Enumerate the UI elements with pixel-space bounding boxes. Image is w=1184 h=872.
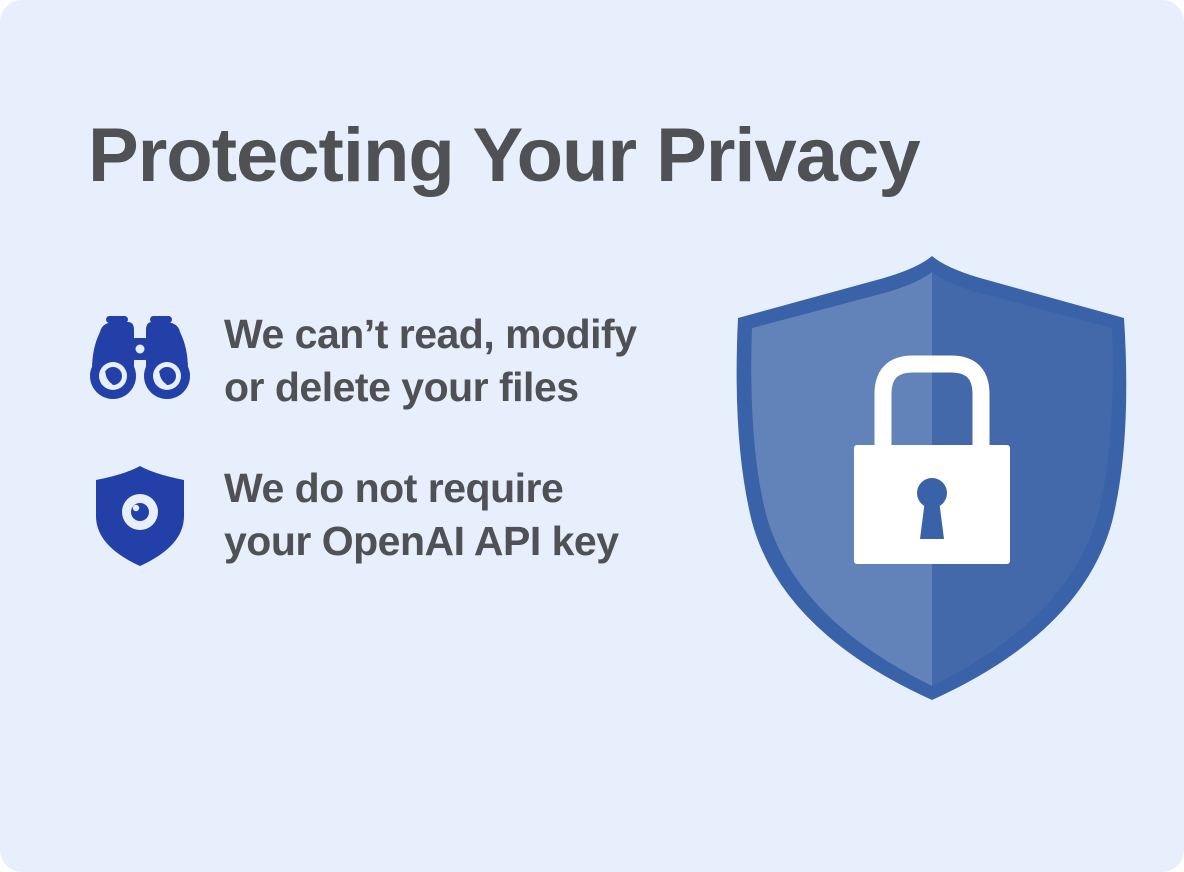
page-title: Protecting Your Privacy <box>88 113 921 198</box>
feature-text: We can’t read, modify or delete your fil… <box>224 308 714 414</box>
binoculars-icon <box>90 316 190 399</box>
shield-eye-icon <box>96 466 184 566</box>
feature-line: We can’t read, modify <box>224 311 637 357</box>
shield-lock-icon <box>736 256 1127 700</box>
feature-text: We do not require your OpenAI API key <box>224 462 714 568</box>
feature-no-file-access: We can’t read, modify or delete your fil… <box>88 308 708 418</box>
privacy-card: Protecting Your Privacy We can’t read, m… <box>0 0 1184 872</box>
feature-no-api-key: We do not require your OpenAI API key <box>88 462 708 572</box>
feature-line: or delete your files <box>224 364 579 410</box>
feature-line: your OpenAI API key <box>224 518 619 564</box>
feature-line: We do not require <box>224 465 564 511</box>
